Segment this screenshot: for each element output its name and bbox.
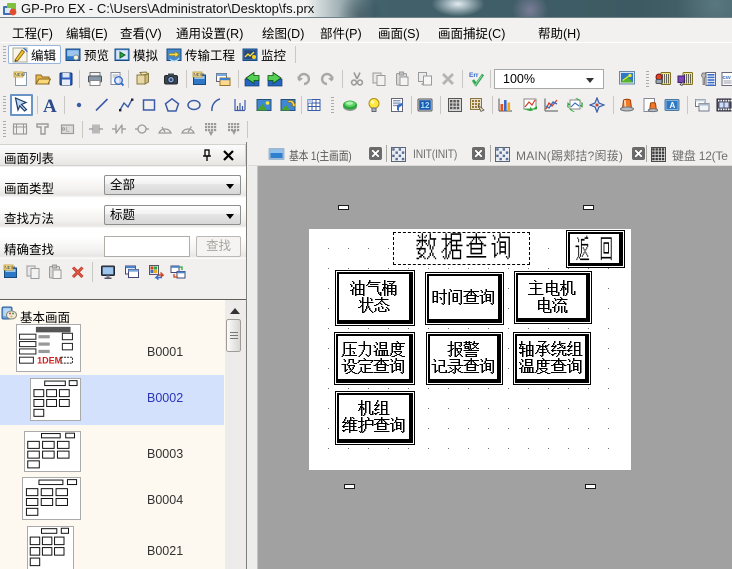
svg-text:A: A	[670, 101, 676, 110]
svg-text:A: A	[43, 96, 57, 115]
svg-text:NEW: NEW	[5, 265, 16, 270]
svg-text:Err: Err	[469, 72, 479, 79]
svg-text:NEW: NEW	[15, 72, 26, 77]
svg-text:12: 12	[421, 101, 430, 110]
svg-text:csv: csv	[723, 75, 732, 81]
svg-text:1DEM: 1DEM	[37, 356, 62, 366]
svg-text:NEW: NEW	[194, 72, 205, 77]
